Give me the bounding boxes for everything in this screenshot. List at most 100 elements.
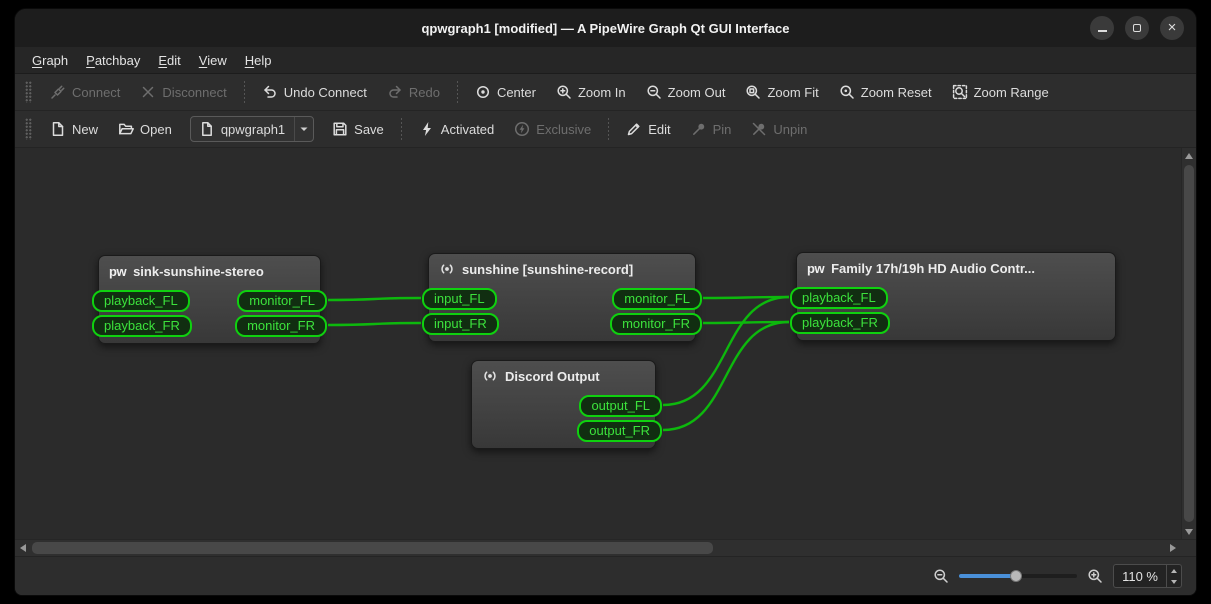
zoom-reset-button[interactable]: Zoom Reset xyxy=(829,80,942,104)
port-output-monitor-fr[interactable]: monitor_FR xyxy=(610,313,702,335)
vertical-scrollbar[interactable] xyxy=(1181,148,1196,539)
menu-edit[interactable]: Edit xyxy=(149,50,189,71)
zoom-in-icon xyxy=(556,84,572,100)
port-input-input-fr[interactable]: input_FR xyxy=(422,313,499,335)
graph-canvas[interactable]: pwsink-sunshine-stereoplayback_FLplaybac… xyxy=(15,148,1181,539)
button-label: Undo Connect xyxy=(284,85,367,100)
zoom-out-icon xyxy=(933,568,949,584)
menu-help[interactable]: Help xyxy=(236,50,281,71)
redo-button[interactable]: Redo xyxy=(377,80,450,104)
graph-node-sunshine[interactable]: sunshine [sunshine-record]input_FLinput_… xyxy=(428,253,696,342)
horizontal-scroll-thumb[interactable] xyxy=(32,542,713,554)
connection-wire[interactable] xyxy=(328,323,421,325)
zoom-out-icon xyxy=(646,84,662,100)
button-label: Save xyxy=(354,122,384,137)
port-output-output-fl[interactable]: output_FL xyxy=(579,395,662,417)
node-title: sunshine [sunshine-record] xyxy=(462,262,633,277)
pin-button[interactable]: Pin xyxy=(681,117,742,141)
maximize-button[interactable] xyxy=(1125,16,1149,40)
scroll-up-button[interactable] xyxy=(1182,148,1196,163)
unpin-button[interactable]: Unpin xyxy=(741,117,817,141)
zoom-in-button[interactable]: Zoom In xyxy=(546,80,636,104)
window-controls: × xyxy=(1090,16,1184,40)
undo-icon xyxy=(262,84,278,100)
node-header: Discord Output xyxy=(472,361,655,391)
graph-node-sink[interactable]: pwsink-sunshine-stereoplayback_FLplaybac… xyxy=(98,255,321,344)
menu-patchbay[interactable]: Patchbay xyxy=(77,50,149,71)
zoom-fit-button[interactable]: Zoom Fit xyxy=(735,80,828,104)
redo-icon xyxy=(387,84,403,100)
zoom-increment-button[interactable] xyxy=(1167,565,1181,576)
port-output-monitor-fr[interactable]: monitor_FR xyxy=(235,315,327,337)
button-label: Edit xyxy=(648,122,670,137)
center-button[interactable]: Center xyxy=(465,80,546,104)
new-button[interactable]: New xyxy=(40,117,108,141)
button-label: New xyxy=(72,122,98,137)
button-label: Redo xyxy=(409,85,440,100)
port-input-playback-fr[interactable]: playback_FR xyxy=(92,315,192,337)
button-label: Zoom In xyxy=(578,85,626,100)
pin-icon xyxy=(691,121,707,137)
port-input-playback-fr[interactable]: playback_FR xyxy=(790,312,890,334)
horizontal-scroll-track[interactable] xyxy=(30,540,1165,556)
button-label: Zoom Out xyxy=(668,85,726,100)
vertical-scroll-thumb[interactable] xyxy=(1184,165,1194,522)
button-label: Exclusive xyxy=(536,122,591,137)
scroll-down-button[interactable] xyxy=(1182,524,1196,539)
save-icon xyxy=(332,121,348,137)
port-input-playback-fl[interactable]: playback_FL xyxy=(790,287,888,309)
toolbar-file-handle[interactable] xyxy=(25,118,32,140)
zoom-slider-fill xyxy=(959,574,1016,578)
toolbar-separator xyxy=(457,81,458,103)
zoom-in-icon[interactable] xyxy=(1087,568,1103,584)
activated-button[interactable]: Activated xyxy=(409,117,504,141)
close-button[interactable]: × xyxy=(1160,16,1184,40)
horizontal-scrollbar[interactable] xyxy=(15,539,1196,556)
port-input-playback-fl[interactable]: playback_FL xyxy=(92,290,190,312)
zoom-slider[interactable] xyxy=(959,568,1077,584)
port-output-monitor-fl[interactable]: monitor_FL xyxy=(237,290,327,312)
vertical-scroll-track[interactable] xyxy=(1182,163,1196,524)
node-title: Discord Output xyxy=(505,369,600,384)
button-label: Center xyxy=(497,85,536,100)
record-icon xyxy=(439,261,455,277)
zoom-slider-handle[interactable] xyxy=(1010,570,1022,582)
chevron-down-icon xyxy=(296,121,312,137)
zoom-out-button[interactable]: Zoom Out xyxy=(636,80,736,104)
close-icon: × xyxy=(1168,20,1177,35)
connection-wire[interactable] xyxy=(328,298,421,300)
port-output-monitor-fl[interactable]: monitor_FL xyxy=(612,288,702,310)
scroll-left-button[interactable] xyxy=(15,540,30,556)
toolbar-separator xyxy=(244,81,245,103)
save-button[interactable]: Save xyxy=(322,117,394,141)
zoom-spin-arrows xyxy=(1166,565,1181,587)
open-button[interactable]: Open xyxy=(108,117,182,141)
zoom-reset-icon xyxy=(839,84,855,100)
zoom-decrement-button[interactable] xyxy=(1167,576,1181,587)
graph-node-discord[interactable]: Discord Outputoutput_FLoutput_FR xyxy=(471,360,656,449)
menu-view[interactable]: View xyxy=(190,50,236,71)
patchbay-file-combo[interactable]: qpwgraph1 xyxy=(190,116,314,142)
zoom-range-button[interactable]: Zoom Range xyxy=(942,80,1059,104)
statusbar: 110 % xyxy=(15,556,1196,595)
exclusive-button[interactable]: Exclusive xyxy=(504,117,601,141)
connect-button[interactable]: Connect xyxy=(40,80,130,104)
port-output-output-fr[interactable]: output_FR xyxy=(577,420,662,442)
menu-graph[interactable]: Graph xyxy=(23,50,77,71)
maximize-icon xyxy=(1133,24,1141,32)
node-header: pwFamily 17h/19h HD Audio Contr... xyxy=(797,253,1115,283)
toolbar-graph-handle[interactable] xyxy=(25,81,32,103)
undo-connect-button[interactable]: Undo Connect xyxy=(252,80,377,104)
scroll-right-button[interactable] xyxy=(1165,540,1180,556)
graph-node-family[interactable]: pwFamily 17h/19h HD Audio Contr...playba… xyxy=(796,252,1116,341)
combo-dropdown[interactable] xyxy=(294,117,313,141)
minimize-button[interactable] xyxy=(1090,16,1114,40)
disconnect-button[interactable]: Disconnect xyxy=(130,80,236,104)
port-input-input-fl[interactable]: input_FL xyxy=(422,288,497,310)
button-label: Zoom Range xyxy=(974,85,1049,100)
up-arrow-icon xyxy=(1185,153,1193,159)
zoom-spinbox[interactable]: 110 % xyxy=(1113,564,1182,588)
edit-button[interactable]: Edit xyxy=(616,117,680,141)
window-title: qpwgraph1 [modified] — A PipeWire Graph … xyxy=(421,21,789,36)
zoom-out-icon[interactable] xyxy=(933,568,949,584)
